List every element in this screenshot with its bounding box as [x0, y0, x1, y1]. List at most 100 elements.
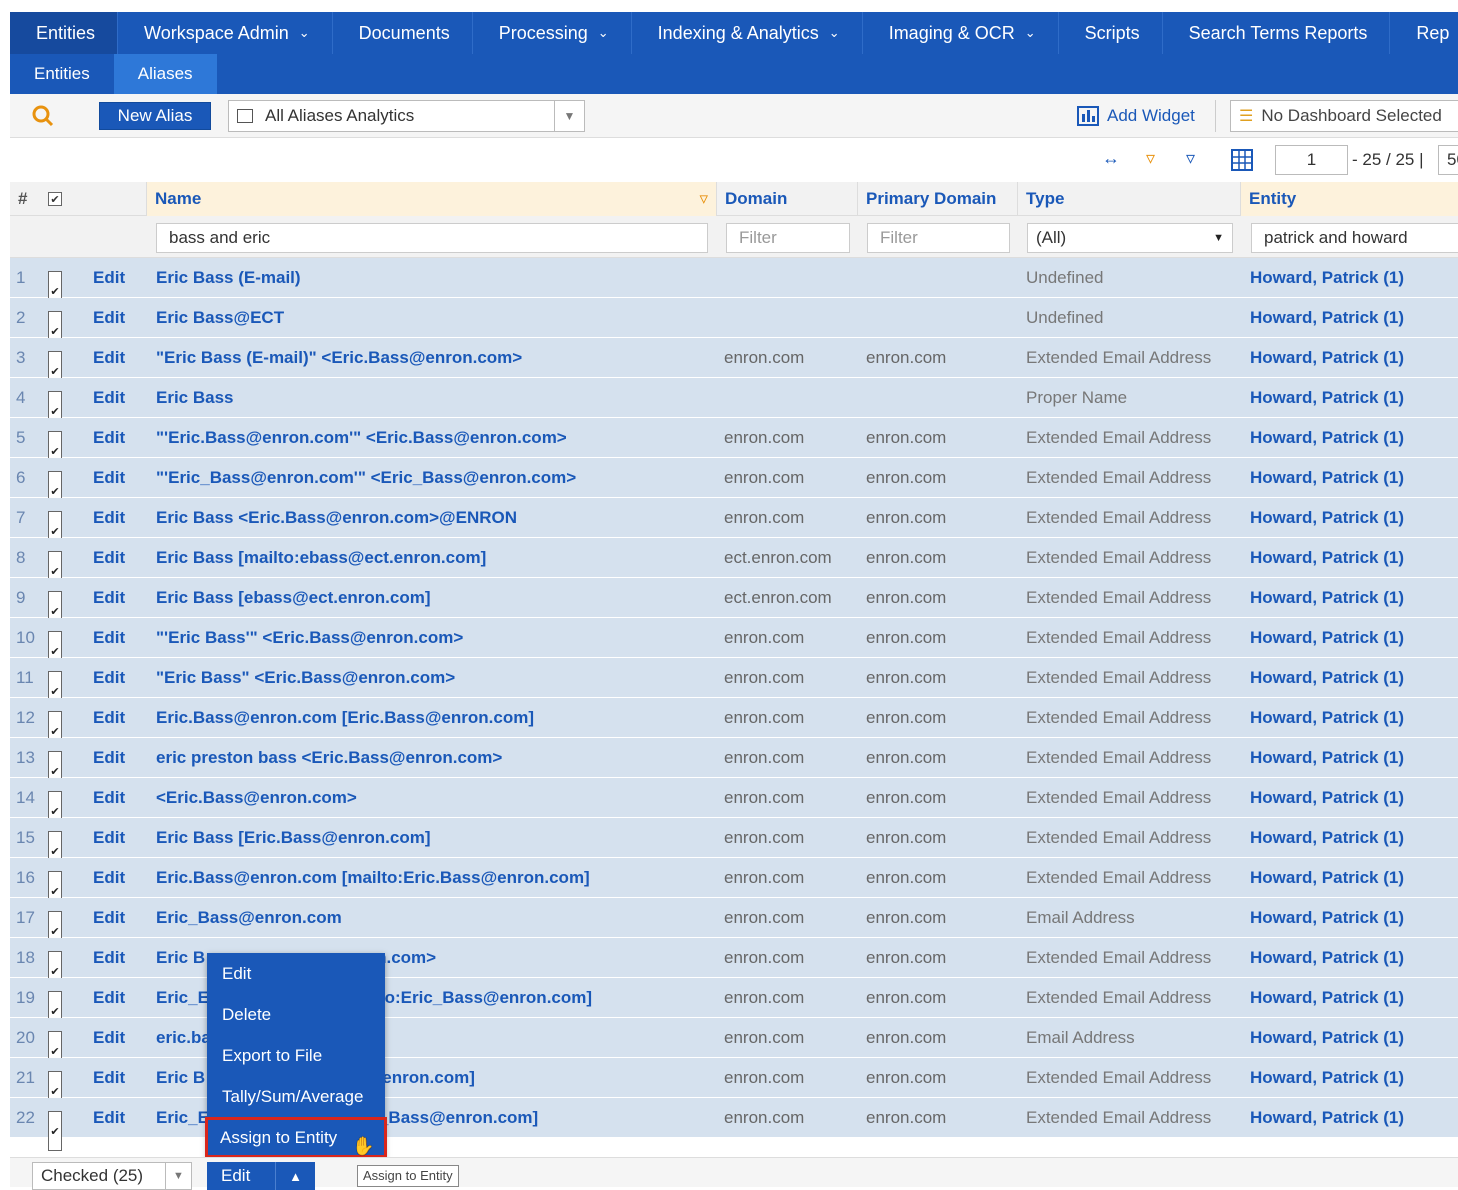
page-size-select[interactable]: 50 [1438, 145, 1458, 175]
edit-menu-button[interactable]: Edit ▲ [207, 1162, 315, 1190]
row-edit-link[interactable]: Edit [93, 1098, 125, 1138]
row-edit-link[interactable]: Edit [93, 898, 125, 938]
row-edit-link[interactable]: Edit [93, 738, 125, 778]
table-row[interactable]: 10 ✔ Edit "'Eric Bass'" <Eric.Bass@enron.co… [10, 618, 1458, 671]
tab-search-terms-reports[interactable]: Search Terms Reports [1163, 12, 1391, 54]
primary-domain-filter-input[interactable]: Filter [867, 223, 1010, 253]
row-entity[interactable]: Howard, Patrick (1) [1250, 458, 1404, 498]
subtab-entities[interactable]: Entities [10, 54, 114, 94]
entity-filter-input[interactable]: patrick and howard [1251, 223, 1458, 253]
fit-columns-icon[interactable]: ↔ [1102, 148, 1120, 169]
tab-processing[interactable]: Processing ⌄ [473, 12, 632, 54]
menu-item-export-to-file[interactable]: Export to File [207, 1035, 385, 1076]
table-row[interactable]: 17 ✔ Edit Eric_Bass@enron.com enron.com enron… [10, 898, 1458, 951]
tab-documents[interactable]: Documents [333, 12, 473, 54]
table-row[interactable]: 8 ✔ Edit Eric Bass [mailto:ebass@ect.enron.… [10, 538, 1458, 591]
table-row[interactable]: 12 ✔ Edit Eric.Bass@enron.com [Eric.Bass@en… [10, 698, 1458, 751]
table-row[interactable]: 6 ✔ Edit "'Eric_Bass@enron.com'" <Eric_Bass… [10, 458, 1458, 511]
row-edit-link[interactable]: Edit [93, 498, 125, 538]
row-entity[interactable]: Howard, Patrick (1) [1250, 498, 1404, 538]
row-entity[interactable]: Howard, Patrick (1) [1250, 258, 1404, 298]
clear-filter-icon[interactable]: ▿ [1186, 148, 1195, 169]
menu-item-delete[interactable]: Delete [207, 994, 385, 1035]
row-name[interactable]: Eric.Bass@enron.com [Eric.Bass@enron.com… [156, 698, 716, 738]
menu-item-tally-sum-average[interactable]: Tally/Sum/Average [207, 1076, 385, 1117]
row-entity[interactable]: Howard, Patrick (1) [1250, 778, 1404, 818]
tab-rep[interactable]: Rep [1390, 12, 1458, 54]
table-row[interactable]: 11 ✔ Edit "Eric Bass" <Eric.Bass@enron.com>… [10, 658, 1458, 711]
chevron-up-icon[interactable]: ▲ [275, 1162, 315, 1190]
row-entity[interactable]: Howard, Patrick (1) [1250, 538, 1404, 578]
row-edit-link[interactable]: Edit [93, 658, 125, 698]
row-name[interactable]: "Eric Bass" <Eric.Bass@enron.com> [156, 658, 716, 698]
row-entity[interactable]: Howard, Patrick (1) [1250, 378, 1404, 418]
menu-item-edit[interactable]: Edit [207, 953, 385, 994]
chevron-down-icon[interactable]: ▼ [554, 101, 584, 131]
row-checkbox[interactable]: ✔ [48, 1111, 62, 1151]
row-edit-link[interactable]: Edit [93, 538, 125, 578]
row-edit-link[interactable]: Edit [93, 978, 125, 1018]
row-edit-link[interactable]: Edit [93, 378, 125, 418]
row-name[interactable]: Eric Bass (E-mail) [156, 258, 716, 298]
row-entity[interactable]: Howard, Patrick (1) [1250, 658, 1404, 698]
row-entity[interactable]: Howard, Patrick (1) [1250, 1098, 1404, 1138]
tab-imaging-ocr[interactable]: Imaging & OCR ⌄ [863, 12, 1059, 54]
table-row[interactable]: 13 ✔ Edit eric preston bass <Eric.Bass@enro… [10, 738, 1458, 791]
tab-workspace-admin[interactable]: Workspace Admin ⌄ [118, 12, 333, 54]
name-filter-input[interactable]: bass and eric [156, 223, 708, 253]
row-entity[interactable]: Howard, Patrick (1) [1250, 738, 1404, 778]
search-icon[interactable] [32, 105, 54, 127]
table-row[interactable]: 5 ✔ Edit "'Eric.Bass@enron.com'" <Eric.Bass… [10, 418, 1458, 471]
row-edit-link[interactable]: Edit [93, 338, 125, 378]
row-entity[interactable]: Howard, Patrick (1) [1250, 578, 1404, 618]
row-name[interactable]: Eric Bass [ebass@ect.enron.com] [156, 578, 716, 618]
row-entity[interactable]: Howard, Patrick (1) [1250, 978, 1404, 1018]
row-edit-link[interactable]: Edit [93, 698, 125, 738]
row-edit-link[interactable]: Edit [93, 818, 125, 858]
row-entity[interactable]: Howard, Patrick (1) [1250, 698, 1404, 738]
row-edit-link[interactable]: Edit [93, 618, 125, 658]
tab-scripts[interactable]: Scripts [1059, 12, 1163, 54]
row-edit-link[interactable]: Edit [93, 1018, 125, 1058]
row-name[interactable]: "Eric Bass (E-mail)" <Eric.Bass@enron.co… [156, 338, 716, 378]
row-entity[interactable]: Howard, Patrick (1) [1250, 418, 1404, 458]
col-header-domain[interactable]: Domain [716, 182, 857, 216]
table-row[interactable]: 16 ✔ Edit Eric.Bass@enron.com [mailto:Eric.… [10, 858, 1458, 911]
row-name[interactable]: "'Eric.Bass@enron.com'" <Eric.Bass@enron… [156, 418, 716, 458]
row-entity[interactable]: Howard, Patrick (1) [1250, 898, 1404, 938]
row-entity[interactable]: Howard, Patrick (1) [1250, 938, 1404, 978]
table-row[interactable]: 4 ✔ Edit Eric Bass Proper Name Howard, Patric… [10, 378, 1458, 431]
row-name[interactable]: Eric Bass [mailto:ebass@ect.enron.com] [156, 538, 716, 578]
row-name[interactable]: Eric Bass@ECT [156, 298, 716, 338]
row-entity[interactable]: Howard, Patrick (1) [1250, 1058, 1404, 1098]
table-row[interactable]: 15 ✔ Edit Eric Bass [Eric.Bass@enron.com] en… [10, 818, 1458, 871]
row-edit-link[interactable]: Edit [93, 858, 125, 898]
row-entity[interactable]: Howard, Patrick (1) [1250, 298, 1404, 338]
table-row[interactable]: 3 ✔ Edit "Eric Bass (E-mail)" <Eric.Bass@en… [10, 338, 1458, 391]
col-header-name[interactable]: Name ▿ [146, 182, 716, 216]
add-widget-button[interactable]: Add Widget [1077, 102, 1195, 130]
row-edit-link[interactable]: Edit [93, 778, 125, 818]
row-entity[interactable]: Howard, Patrick (1) [1250, 1018, 1404, 1058]
row-edit-link[interactable]: Edit [93, 298, 125, 338]
select-all-checkbox[interactable]: ✔ [48, 192, 62, 206]
row-name[interactable]: eric preston bass <Eric.Bass@enron.com> [156, 738, 716, 778]
row-entity[interactable]: Howard, Patrick (1) [1250, 618, 1404, 658]
table-row[interactable]: 9 ✔ Edit Eric Bass [ebass@ect.enron.com] ect… [10, 578, 1458, 631]
table-row[interactable]: 14 ✔ Edit <Eric.Bass@enron.com> enron.com enr… [10, 778, 1458, 831]
row-name[interactable]: <Eric.Bass@enron.com> [156, 778, 716, 818]
type-filter-select[interactable]: (All) ▼ [1027, 223, 1233, 253]
page-number-input[interactable]: 1 [1275, 145, 1348, 175]
tab-entities[interactable]: Entities [10, 12, 119, 54]
checked-select[interactable]: Checked (25) ▼ [32, 1162, 192, 1190]
row-edit-link[interactable]: Edit [93, 258, 125, 298]
row-name[interactable]: "'Eric_Bass@enron.com'" <Eric_Bass@enron… [156, 458, 716, 498]
row-name[interactable]: Eric Bass [156, 378, 716, 418]
new-alias-button[interactable]: New Alias [99, 102, 211, 130]
column-filter-icon[interactable]: ▿ [699, 189, 708, 209]
row-entity[interactable]: Howard, Patrick (1) [1250, 858, 1404, 898]
row-name[interactable]: Eric Bass <Eric.Bass@enron.com>@ENRON [156, 498, 716, 538]
row-edit-link[interactable]: Edit [93, 1058, 125, 1098]
subtab-aliases[interactable]: Aliases [113, 54, 217, 94]
col-header-primary-domain[interactable]: Primary Domain [857, 182, 1017, 216]
